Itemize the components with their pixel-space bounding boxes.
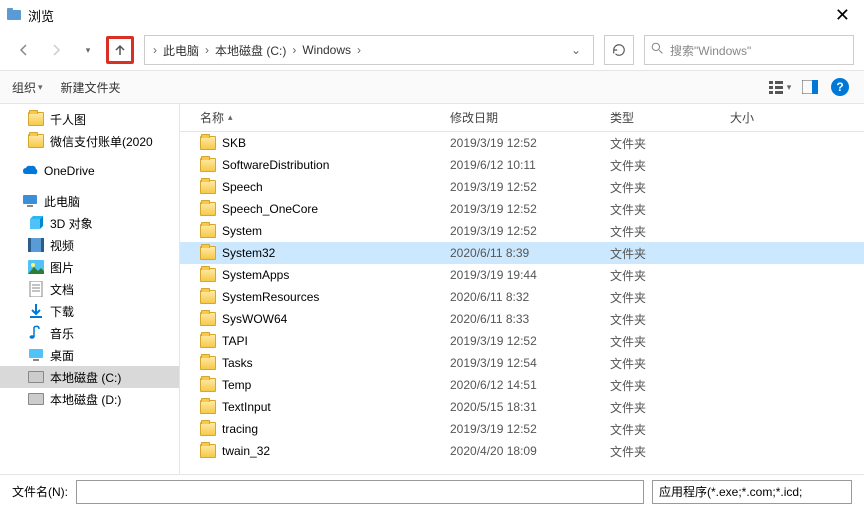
table-row[interactable]: SysWOW642020/6/11 8:33文件夹 — [180, 308, 864, 330]
new-folder-button[interactable]: 新建文件夹 — [61, 79, 121, 96]
folder-icon — [200, 378, 216, 392]
table-row[interactable]: Tasks2019/3/19 12:54文件夹 — [180, 352, 864, 374]
sidebar-item-docs[interactable]: 文档 — [0, 278, 179, 300]
sidebar-item-disk[interactable]: 本地磁盘 (D:) — [0, 388, 179, 410]
sidebar-item-thispc[interactable]: 此电脑 — [0, 190, 179, 212]
help-icon: ? — [831, 78, 849, 96]
onedrive-icon — [22, 163, 38, 179]
back-button[interactable] — [10, 36, 38, 64]
folder-icon — [28, 133, 44, 149]
search-placeholder: 搜索"Windows" — [670, 42, 751, 59]
table-row[interactable]: SystemApps2019/3/19 19:44文件夹 — [180, 264, 864, 286]
chevron-down-icon: ▾ — [38, 82, 43, 93]
table-row[interactable]: tracing2019/3/19 12:52文件夹 — [180, 418, 864, 440]
table-row[interactable]: Speech_OneCore2019/3/19 12:52文件夹 — [180, 198, 864, 220]
docs-icon — [28, 281, 44, 297]
folder-icon — [200, 356, 216, 370]
breadcrumb-dropdown[interactable]: ⌄ — [565, 43, 587, 57]
sidebar-item-desktop[interactable]: 桌面 — [0, 344, 179, 366]
chevron-right-icon: › — [290, 43, 298, 57]
up-button[interactable] — [106, 36, 134, 64]
folder-icon — [200, 290, 216, 304]
sidebar-item-3d[interactable]: 3D 对象 — [0, 212, 179, 234]
folder-icon — [200, 422, 216, 436]
table-row[interactable]: TAPI2019/3/19 12:52文件夹 — [180, 330, 864, 352]
sidebar: 千人图 微信支付账单(2020 OneDrive 此电脑 3D 对象视频图片文档… — [0, 104, 180, 474]
table-row[interactable]: SKB2019/3/19 12:52文件夹 — [180, 132, 864, 154]
table-row[interactable]: TextInput2020/5/15 18:31文件夹 — [180, 396, 864, 418]
app-icon — [6, 7, 22, 23]
search-input[interactable]: 搜索"Windows" — [644, 35, 854, 65]
chevron-right-icon: › — [355, 43, 363, 57]
file-list: SKB2019/3/19 12:52文件夹SoftwareDistributio… — [180, 132, 864, 474]
3d-icon — [28, 215, 44, 231]
breadcrumb-seg[interactable]: 本地磁盘 (C:) — [211, 42, 290, 59]
computer-icon — [22, 193, 38, 209]
sidebar-item-quick[interactable]: 千人图 — [0, 108, 179, 130]
filename-label: 文件名(N): — [12, 483, 68, 500]
forward-button[interactable] — [42, 36, 70, 64]
organize-button[interactable]: 组织 ▾ — [12, 79, 43, 96]
table-row[interactable]: Speech2019/3/19 12:52文件夹 — [180, 176, 864, 198]
folder-icon — [200, 224, 216, 238]
refresh-button[interactable] — [604, 35, 634, 65]
folder-icon — [200, 268, 216, 282]
folder-icon — [200, 158, 216, 172]
disk-icon — [28, 369, 44, 385]
recent-dropdown[interactable]: ▾ — [74, 36, 102, 64]
sidebar-item-quick[interactable]: 微信支付账单(2020 — [0, 130, 179, 152]
desktop-icon — [28, 347, 44, 363]
chevron-right-icon: › — [151, 43, 159, 57]
file-type-combo[interactable]: 应用程序(*.exe;*.com;*.icd; — [652, 480, 852, 504]
folder-icon — [200, 136, 216, 150]
folder-icon — [200, 202, 216, 216]
table-row[interactable]: System2019/3/19 12:52文件夹 — [180, 220, 864, 242]
sidebar-item-video[interactable]: 视频 — [0, 234, 179, 256]
breadcrumb-seg[interactable]: 此电脑 — [159, 42, 203, 59]
sidebar-item-onedrive[interactable]: OneDrive — [0, 160, 179, 182]
filename-input[interactable] — [76, 480, 644, 504]
close-button[interactable]: ✕ — [827, 5, 858, 26]
table-row[interactable]: Temp2020/6/12 14:51文件夹 — [180, 374, 864, 396]
breadcrumb[interactable]: › 此电脑 › 本地磁盘 (C:) › Windows › ⌄ — [144, 35, 594, 65]
sidebar-item-music[interactable]: 音乐 — [0, 322, 179, 344]
table-row[interactable]: twain_322020/4/20 18:09文件夹 — [180, 440, 864, 462]
table-row[interactable]: System322020/6/11 8:39文件夹 — [180, 242, 864, 264]
disk-icon — [28, 391, 44, 407]
sidebar-item-download[interactable]: 下载 — [0, 300, 179, 322]
sort-asc-icon: ▴ — [228, 112, 233, 123]
view-options-button[interactable]: ▾ — [768, 75, 792, 99]
table-row[interactable]: SystemResources2020/6/11 8:32文件夹 — [180, 286, 864, 308]
folder-icon — [28, 111, 44, 127]
preview-pane-button[interactable] — [798, 75, 822, 99]
video-icon — [28, 237, 44, 253]
sidebar-item-disk[interactable]: 本地磁盘 (C:) — [0, 366, 179, 388]
window-title: 浏览 — [28, 6, 827, 25]
breadcrumb-seg[interactable]: Windows — [298, 43, 355, 57]
pictures-icon — [28, 259, 44, 275]
chevron-right-icon: › — [203, 43, 211, 57]
column-headers[interactable]: 名称▴ 修改日期 类型 大小 — [180, 104, 864, 132]
sidebar-item-pictures[interactable]: 图片 — [0, 256, 179, 278]
help-button[interactable]: ? — [828, 75, 852, 99]
folder-icon — [200, 400, 216, 414]
music-icon — [28, 325, 44, 341]
download-icon — [28, 303, 44, 319]
folder-icon — [200, 312, 216, 326]
search-icon — [651, 42, 664, 58]
chevron-down-icon: ▾ — [787, 82, 792, 93]
folder-icon — [200, 334, 216, 348]
folder-icon — [200, 180, 216, 194]
table-row[interactable]: SoftwareDistribution2019/6/12 10:11文件夹 — [180, 154, 864, 176]
folder-icon — [200, 246, 216, 260]
folder-icon — [200, 444, 216, 458]
